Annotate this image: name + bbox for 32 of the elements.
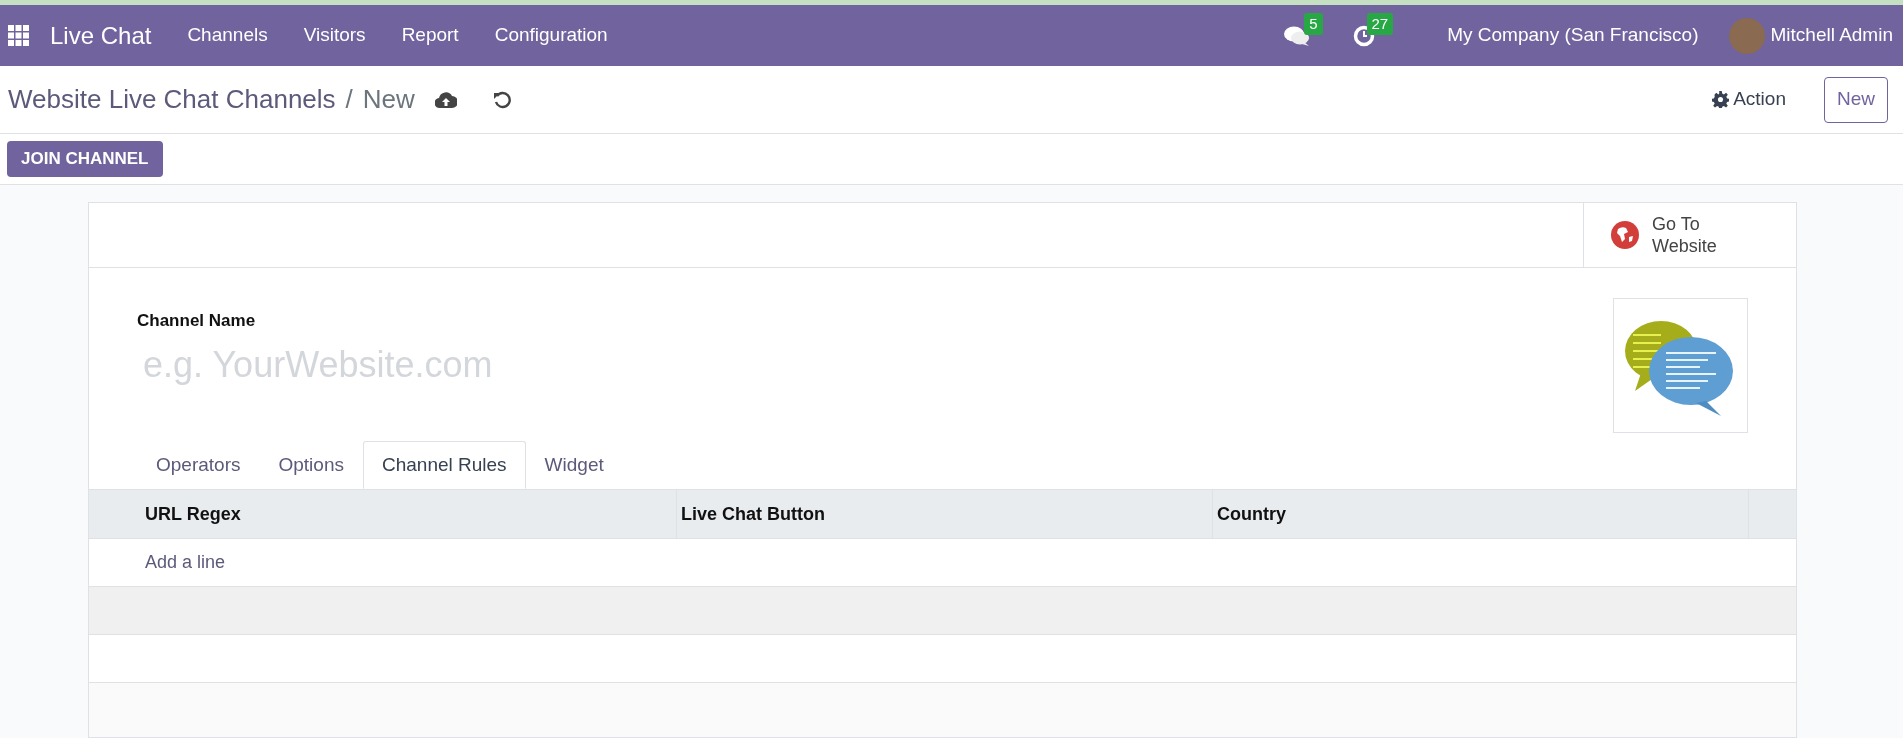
user-menu[interactable]: Mitchell Admin [1770,21,1893,50]
undo-icon[interactable] [492,90,511,109]
column-header[interactable]: Live Chat Button [677,490,1213,538]
breadcrumb-link[interactable]: Website Live Chat Channels [8,80,336,119]
join-channel-button[interactable]: JOIN CHANNEL [7,141,163,177]
company-switcher[interactable]: My Company (San Francisco) [1447,21,1699,50]
globe-icon [1610,220,1640,250]
new-button[interactable]: New [1824,76,1888,123]
form-tab[interactable]: Operators [137,441,260,489]
cloud-upload-icon[interactable] [434,90,457,109]
form-tab[interactable]: Options [259,441,363,489]
gear-icon [1712,91,1730,108]
go-to-website-button[interactable]: Go To Website [1583,203,1796,267]
field-label: Channel Name [137,310,257,332]
breadcrumb-separator: / [345,83,353,116]
menu-item[interactable]: Visitors [303,21,366,50]
column-header[interactable]: URL Regex [141,490,677,538]
action-menu-button[interactable]: Action [1712,85,1786,114]
count-badge: 27 [1366,12,1394,35]
app-name[interactable]: Live Chat [50,17,152,54]
button-label: Website [1652,235,1717,257]
menu-item[interactable]: Configuration [494,21,608,50]
form-tab[interactable]: Channel Rules [362,441,526,489]
apps-grid-icon[interactable] [8,24,30,47]
count-badge: 5 [1304,12,1323,35]
column-header[interactable]: Country [1213,490,1749,538]
menu-item[interactable]: Report [401,21,459,50]
menu-item[interactable]: Channels [187,21,268,50]
form-tab[interactable]: Widget [525,441,623,489]
add-a-line-link[interactable]: Add a line [145,549,226,576]
breadcrumb-current: New [362,83,415,116]
button-label: Go To [1652,213,1701,235]
